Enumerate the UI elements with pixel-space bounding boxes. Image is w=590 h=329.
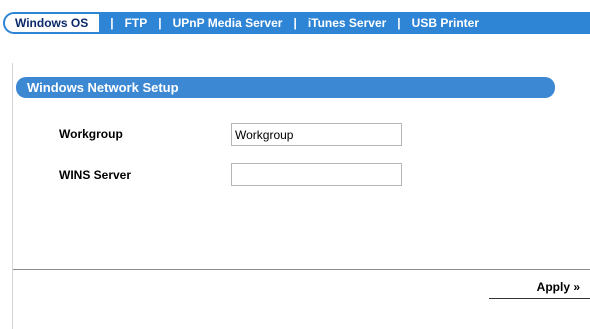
workgroup-input[interactable] — [231, 123, 402, 146]
tab-ftp[interactable]: FTP — [125, 14, 148, 32]
tab-upnp-media-server[interactable]: UPnP Media Server — [173, 14, 283, 32]
apply-button[interactable]: Apply » — [489, 277, 590, 299]
tab-separator: | — [397, 16, 401, 30]
settings-panel: Windows Network Setup Workgroup WINS Ser… — [12, 63, 590, 329]
tab-separator: | — [158, 16, 162, 30]
tab-separator: | — [110, 16, 114, 30]
tab-separator: | — [293, 16, 297, 30]
workgroup-label: Workgroup — [59, 127, 123, 141]
wins-server-input[interactable] — [231, 163, 402, 186]
tab-itunes-server[interactable]: iTunes Server — [308, 14, 386, 32]
top-tab-bar: Windows OS | FTP | UPnP Media Server | i… — [3, 12, 590, 34]
tab-windows-os[interactable]: Windows OS — [5, 14, 100, 32]
section-title: Windows Network Setup — [16, 77, 555, 98]
wins-server-label: WINS Server — [59, 168, 132, 182]
divider — [13, 269, 590, 270]
tab-usb-printer[interactable]: USB Printer — [412, 14, 479, 32]
